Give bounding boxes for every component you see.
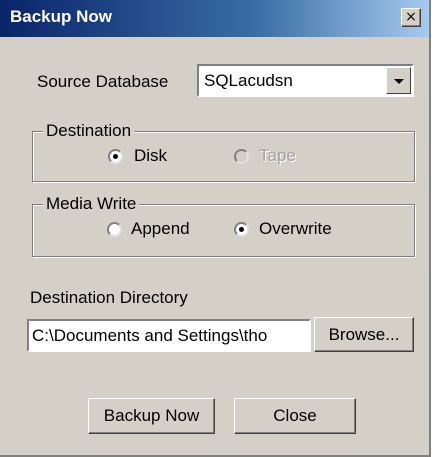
browse-button[interactable]: Browse... — [314, 317, 414, 352]
source-database-value: SQLacudsn — [204, 71, 293, 90]
disk-label: Disk — [134, 146, 168, 165]
tape-label: Tape — [259, 146, 296, 165]
destination-directory-input[interactable]: C:\Documents and Settings\tho — [27, 319, 311, 352]
title-bar[interactable]: Backup Now × — [0, 0, 429, 37]
overwrite-radio[interactable] — [234, 222, 249, 237]
destination-directory-label: Destination Directory — [30, 288, 188, 307]
chevron-down-icon[interactable] — [386, 67, 411, 94]
overwrite-label: Overwrite — [259, 219, 332, 238]
close-button[interactable]: Close — [234, 398, 356, 434]
destination-legend: Destination — [43, 121, 135, 141]
destination-directory-value: C:\Documents and Settings\tho — [32, 326, 268, 345]
window-title: Backup Now — [10, 7, 113, 26]
backup-now-button[interactable]: Backup Now — [88, 398, 215, 434]
tape-radio — [234, 149, 249, 164]
media-write-legend: Media Write — [43, 194, 140, 214]
append-radio[interactable] — [107, 222, 122, 237]
backup-dialog: Backup Now × Source Database SQLacudsn D… — [0, 0, 431, 457]
close-icon[interactable]: × — [401, 8, 421, 27]
source-database-select[interactable]: SQLacudsn — [197, 64, 414, 97]
media-write-group: Media Write Append Overwrite — [32, 194, 415, 257]
source-database-label: Source Database — [37, 72, 169, 91]
append-label: Append — [131, 219, 190, 238]
disk-radio[interactable] — [108, 149, 123, 164]
destination-group: Destination Disk Tape — [32, 121, 415, 182]
